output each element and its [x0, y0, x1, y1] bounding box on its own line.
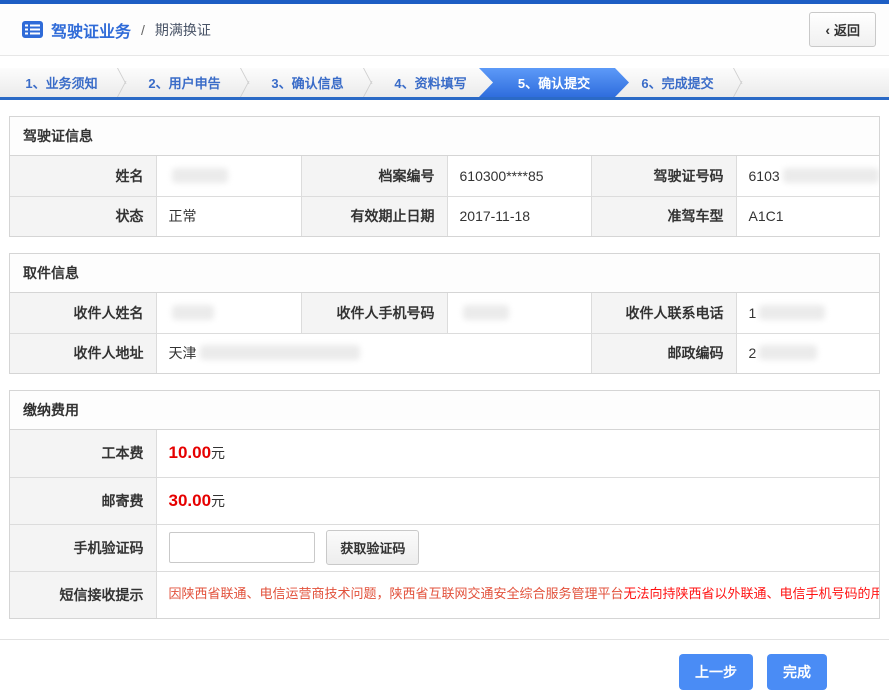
- redacted-blur: [759, 345, 817, 360]
- recipient-phone-label: 收件人联系电话: [591, 293, 736, 333]
- step-6-complete[interactable]: 6、完成提交: [616, 68, 739, 97]
- post-fee-amount: 30.00: [169, 491, 212, 510]
- page-header: 驾驶证业务 / 期满换证 ‹ 返回: [0, 4, 889, 56]
- sms-notice-label: 短信接收提示: [10, 571, 156, 618]
- expiry-date-label: 有效期止日期: [301, 196, 447, 236]
- redacted-blur: [172, 305, 214, 320]
- table-row: 收件人姓名 收件人手机号码 收件人联系电话 1: [10, 293, 879, 333]
- notice-part-1: 因陕西省联通、电信运营商技术问题，陕西省互联网交通安全综合服务管理平台: [169, 586, 624, 601]
- breadcrumb-current: 期满换证: [155, 20, 211, 40]
- step-wizard: 1、业务须知 2、用户申告 3、确认信息 4、资料填写 5、确认提交 6、完成提…: [0, 68, 889, 100]
- previous-step-button[interactable]: 上一步: [679, 654, 753, 690]
- table-row: 邮寄费 30.00元: [10, 477, 879, 524]
- step-separator: [234, 68, 246, 97]
- pickup-info-section: 取件信息 收件人姓名 收件人手机号码 收件人联系电话 1 收件人地址 天津 邮政…: [9, 253, 880, 374]
- post-fee-unit: 元: [211, 493, 225, 509]
- recipient-address-label: 收件人地址: [10, 333, 156, 373]
- sms-code-cell: 获取验证码: [156, 524, 879, 571]
- license-info-section: 驾驶证信息 姓名 档案编号 610300****85 驾驶证号码 6103 状态…: [9, 116, 880, 237]
- back-button[interactable]: ‹ 返回: [809, 12, 876, 47]
- step-separator: [357, 68, 369, 97]
- status-value: 正常: [156, 196, 301, 236]
- name-value: [156, 156, 301, 196]
- work-fee-unit: 元: [211, 445, 225, 461]
- finish-button[interactable]: 完成: [767, 654, 827, 690]
- work-fee-amount: 10.00: [169, 443, 212, 462]
- back-button-label: 返回: [834, 20, 860, 39]
- work-fee-label: 工本费: [10, 430, 156, 477]
- step-separator: [727, 68, 739, 97]
- recipient-name-value: [156, 293, 301, 333]
- fees-section-title: 缴纳费用: [10, 391, 879, 430]
- status-label: 状态: [10, 196, 156, 236]
- table-row: 收件人地址 天津 邮政编码 2: [10, 333, 879, 373]
- recipient-address-value: 天津: [156, 333, 591, 373]
- table-row: 短信接收提示 因陕西省联通、电信运营商技术问题，陕西省互联网交通安全综合服务管理…: [10, 571, 879, 618]
- license-number-label: 驾驶证号码: [591, 156, 736, 196]
- step-1-notice[interactable]: 1、业务须知: [0, 68, 123, 97]
- sms-code-label: 手机验证码: [10, 524, 156, 571]
- vehicle-class-label: 准驾车型: [591, 196, 736, 236]
- recipient-phone-value: 1: [736, 293, 879, 333]
- step-separator: [111, 68, 123, 97]
- redacted-blur: [172, 168, 228, 183]
- sms-code-input[interactable]: [169, 532, 315, 563]
- redacted-blur: [759, 305, 825, 320]
- step-3-confirm-info[interactable]: 3、确认信息: [246, 68, 369, 97]
- fees-section: 缴纳费用 工本费 10.00元 邮寄费 30.00元 手机验证码 获取验证码 短…: [9, 390, 880, 619]
- redacted-blur: [463, 305, 509, 320]
- license-number-value: 6103: [736, 156, 879, 196]
- step-5-confirm-submit[interactable]: 5、确认提交: [479, 68, 629, 97]
- table-row: 手机验证码 获取验证码: [10, 524, 879, 571]
- file-number-value: 610300****85: [447, 156, 591, 196]
- post-fee-value: 30.00元: [156, 477, 879, 524]
- name-label: 姓名: [10, 156, 156, 196]
- page-title: 驾驶证业务: [51, 18, 131, 42]
- table-row: 工本费 10.00元: [10, 430, 879, 477]
- notice-part-2: 无法向持陕西省以外联通、电信手机号码的用户发送短信,: [624, 586, 879, 601]
- chevron-left-icon: ‹: [825, 23, 830, 37]
- get-sms-code-button[interactable]: 获取验证码: [326, 530, 419, 565]
- work-fee-value: 10.00元: [156, 430, 879, 477]
- sms-notice-text: 因陕西省联通、电信运营商技术问题，陕西省互联网交通安全综合服务管理平台无法向持陕…: [156, 571, 879, 618]
- postcode-value: 2: [736, 333, 879, 373]
- postcode-label: 邮政编码: [591, 333, 736, 373]
- recipient-name-label: 收件人姓名: [10, 293, 156, 333]
- breadcrumb-divider: /: [141, 22, 145, 38]
- post-fee-label: 邮寄费: [10, 477, 156, 524]
- recipient-mobile-label: 收件人手机号码: [301, 293, 447, 333]
- redacted-blur: [783, 168, 879, 183]
- footer-actions: 上一步 完成: [0, 640, 889, 690]
- step-2-declaration[interactable]: 2、用户申告: [123, 68, 246, 97]
- table-row: 姓名 档案编号 610300****85 驾驶证号码 6103: [10, 156, 879, 196]
- vehicle-class-value: A1C1: [736, 196, 879, 236]
- file-number-label: 档案编号: [301, 156, 447, 196]
- recipient-mobile-value: [447, 293, 591, 333]
- step-4-fill-data[interactable]: 4、资料填写: [369, 68, 492, 97]
- pickup-section-title: 取件信息: [10, 254, 879, 293]
- license-section-title: 驾驶证信息: [10, 117, 879, 156]
- expiry-date-value: 2017-11-18: [447, 196, 591, 236]
- license-form-icon: [22, 21, 43, 38]
- table-row: 状态 正常 有效期止日期 2017-11-18 准驾车型 A1C1: [10, 196, 879, 236]
- redacted-blur: [200, 345, 360, 360]
